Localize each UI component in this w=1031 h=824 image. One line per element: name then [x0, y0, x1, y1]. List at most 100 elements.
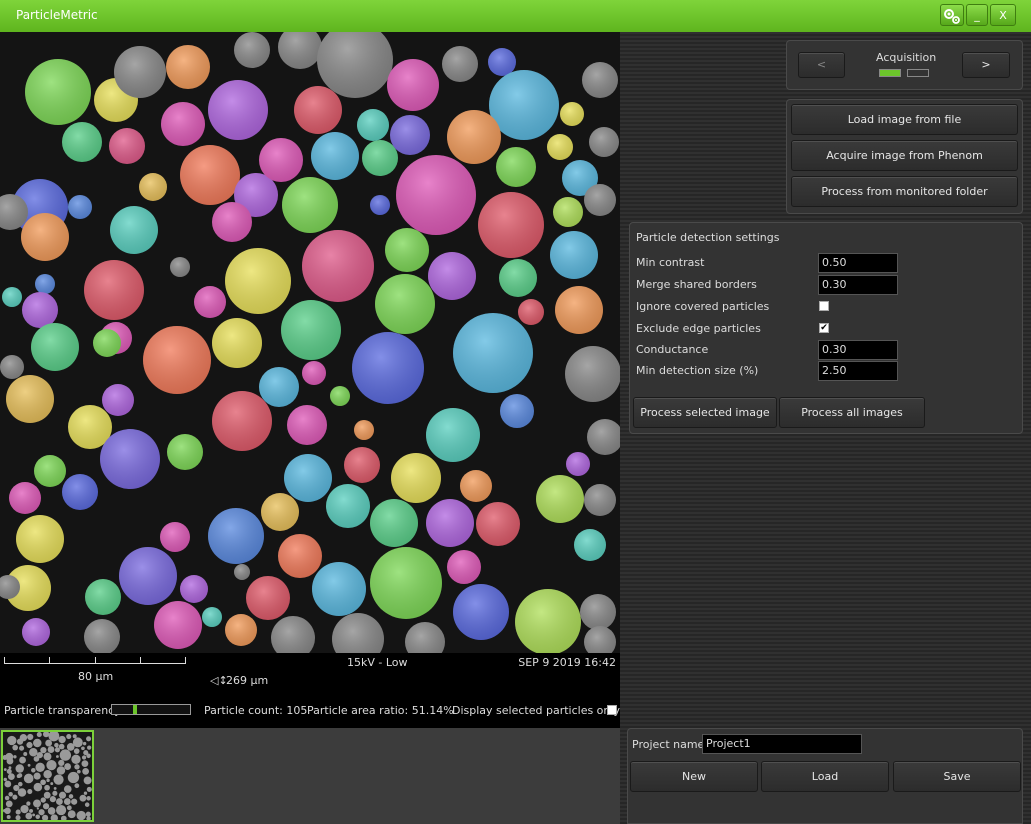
particle[interactable] [13, 755, 17, 759]
particle[interactable] [84, 802, 90, 807]
particle[interactable] [85, 811, 91, 817]
particle[interactable] [27, 788, 33, 795]
particle[interactable] [47, 746, 55, 753]
particle[interactable] [46, 760, 57, 771]
particle[interactable] [81, 755, 87, 760]
particle[interactable] [33, 756, 40, 762]
process-all-button[interactable]: Process all images [779, 397, 925, 428]
particle[interactable] [40, 779, 46, 786]
process-selected-button[interactable]: Process selected image [633, 397, 777, 428]
particle[interactable] [63, 798, 71, 805]
next-button[interactable]: > [962, 52, 1010, 78]
merge-borders-input[interactable]: 0.30 [818, 275, 898, 295]
particle[interactable] [16, 774, 21, 779]
particle[interactable] [4, 780, 12, 788]
particle[interactable] [15, 809, 21, 815]
particle[interactable] [54, 742, 59, 748]
exclude-edge-checkbox[interactable]: ✔ [819, 323, 829, 333]
particle[interactable] [64, 763, 72, 770]
particle[interactable] [50, 782, 54, 785]
particle[interactable] [71, 798, 78, 805]
min-contrast-input[interactable]: 0.50 [818, 253, 898, 273]
particle[interactable] [15, 764, 24, 773]
particle[interactable] [33, 738, 42, 748]
particle[interactable] [54, 747, 60, 753]
particle[interactable] [43, 752, 52, 761]
close-button[interactable]: X [990, 4, 1016, 26]
particle[interactable] [52, 790, 58, 796]
new-project-button[interactable]: New [630, 761, 758, 792]
particle[interactable] [81, 760, 89, 768]
particle-overlay[interactable] [0, 32, 620, 653]
particle[interactable] [5, 800, 13, 808]
particle[interactable] [83, 791, 88, 795]
particle[interactable] [7, 735, 17, 746]
prev-button[interactable]: < [798, 52, 845, 78]
particle[interactable] [46, 778, 50, 783]
particle[interactable] [47, 807, 56, 815]
thumbnail-image[interactable] [3, 732, 92, 820]
particle[interactable] [4, 795, 10, 801]
particle[interactable] [40, 797, 46, 803]
particle[interactable] [45, 739, 53, 747]
particle[interactable] [87, 745, 92, 750]
particle[interactable] [49, 796, 57, 803]
particle[interactable] [23, 751, 28, 756]
particle[interactable] [76, 810, 86, 820]
particle[interactable] [35, 814, 40, 820]
particle[interactable] [56, 798, 63, 805]
particle[interactable] [66, 743, 75, 751]
particle[interactable] [83, 776, 92, 785]
particle[interactable] [63, 785, 72, 793]
particle[interactable] [6, 757, 14, 765]
particle[interactable] [3, 768, 7, 771]
particle[interactable] [26, 741, 33, 749]
particle[interactable] [27, 733, 34, 741]
particle[interactable] [86, 796, 91, 801]
particle[interactable] [81, 746, 85, 751]
particle[interactable] [6, 815, 11, 820]
particle[interactable] [68, 794, 74, 799]
particle[interactable] [66, 733, 72, 740]
particle[interactable] [74, 783, 80, 789]
particle[interactable] [31, 767, 36, 773]
particle[interactable] [3, 777, 7, 782]
load-image-button[interactable]: Load image from file [791, 104, 1018, 135]
particle[interactable] [12, 744, 19, 751]
particle[interactable] [8, 791, 13, 797]
particle[interactable] [32, 813, 36, 817]
particle[interactable] [17, 788, 27, 797]
particle[interactable] [59, 749, 72, 761]
particle[interactable] [44, 784, 50, 791]
particle[interactable] [33, 772, 41, 780]
particle[interactable] [56, 804, 67, 816]
particle[interactable] [43, 769, 52, 779]
particle[interactable] [18, 781, 23, 787]
particle[interactable] [58, 759, 65, 767]
particle[interactable] [72, 734, 77, 739]
particle[interactable] [79, 794, 87, 802]
transparency-slider[interactable] [111, 704, 191, 715]
particle[interactable] [71, 754, 81, 765]
particle[interactable] [26, 801, 31, 806]
particle[interactable] [25, 812, 33, 820]
particle[interactable] [58, 743, 65, 750]
particle[interactable] [33, 799, 41, 808]
save-project-button[interactable]: Save [893, 761, 1021, 792]
particle[interactable] [43, 791, 51, 799]
particle[interactable] [19, 745, 25, 751]
particle[interactable] [42, 803, 50, 810]
particle[interactable] [86, 786, 92, 792]
particle[interactable] [86, 753, 91, 759]
particle[interactable] [66, 805, 72, 811]
particle[interactable] [38, 809, 45, 816]
slider-thumb[interactable] [133, 705, 137, 714]
display-selected-checkbox[interactable] [607, 705, 617, 715]
particle[interactable] [53, 774, 64, 785]
particle[interactable] [58, 735, 66, 744]
particle[interactable] [82, 741, 87, 746]
min-size-input[interactable]: 2.50 [818, 361, 898, 381]
load-project-button[interactable]: Load [761, 761, 889, 792]
particle[interactable] [33, 782, 43, 792]
particle[interactable] [36, 807, 39, 810]
